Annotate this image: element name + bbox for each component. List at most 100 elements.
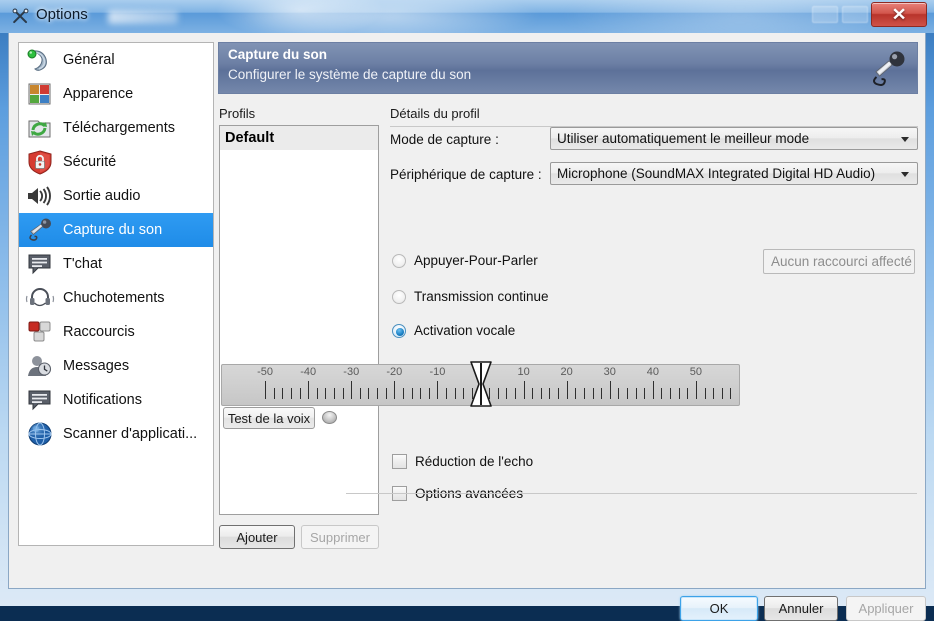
details-section-label: Détails du profil	[390, 106, 480, 121]
meter-tick-minor	[670, 388, 671, 399]
sidebar-item-sortie-audio[interactable]: Sortie audio	[19, 179, 213, 213]
sidebar-item-messages[interactable]: Messages	[19, 349, 213, 383]
window-title: Options	[36, 6, 88, 23]
meter-tick-major	[394, 381, 395, 399]
radio-push-to-talk[interactable]: Appuyer-Pour-Parler	[392, 253, 538, 268]
meter-tick-minor	[360, 388, 361, 399]
list-item[interactable]: Default	[220, 126, 378, 150]
title-blurred-suffix	[108, 10, 178, 24]
meter-tick-minor	[730, 388, 731, 399]
meter-tick-minor	[403, 388, 404, 399]
sidebar-item-label: Général	[63, 52, 115, 68]
panel-banner: Capture du son Configurer le système de …	[218, 42, 918, 94]
meter-tick-minor	[679, 388, 680, 399]
meter-tick-minor	[463, 388, 464, 399]
meter-tick-label: -50	[257, 366, 273, 378]
sidebar-item-label: Sortie audio	[63, 188, 140, 204]
checkbox-echo-reduction[interactable]: Réduction de l'echo	[392, 454, 533, 469]
meter-tick-minor	[722, 388, 723, 399]
shortcut-input[interactable]: Aucun raccourci affecté	[763, 249, 915, 274]
sidebar-item-scanner-applications[interactable]: Scanner d'applicati...	[19, 417, 213, 451]
apply-button: Appliquer	[846, 596, 926, 621]
sidebar-item-label: Sécurité	[63, 154, 116, 170]
sidebar-item-label: Scanner d'applicati...	[63, 426, 197, 442]
meter-tick-minor	[455, 388, 456, 399]
sidebar-item-telechargements[interactable]: Téléchargements	[19, 111, 213, 145]
sidebar-item-securite[interactable]: Sécurité	[19, 145, 213, 179]
shortcut-placeholder: Aucun raccourci affecté	[771, 254, 912, 269]
checkbox-indicator	[392, 454, 407, 469]
sidebar-item-capture-du-son[interactable]: Capture du son	[19, 213, 213, 247]
sidebar-item-chuchotements[interactable]: Chuchotements	[19, 281, 213, 315]
meter-tick-major	[265, 381, 266, 399]
meter-tick-minor	[575, 388, 576, 399]
general-icon	[25, 46, 55, 74]
close-button[interactable]: ✕	[871, 2, 927, 27]
meter-tick-minor	[386, 388, 387, 399]
meter-tick-minor	[317, 388, 318, 399]
voice-activation-meter[interactable]: -50-40-30-20-1001020304050	[221, 364, 740, 406]
meter-tick-minor	[593, 388, 594, 399]
sidebar-item-label: Chuchotements	[63, 290, 165, 306]
radio-indicator	[392, 290, 406, 304]
meter-tick-minor	[636, 388, 637, 399]
chevron-down-icon	[901, 172, 909, 177]
meter-tick-label: -20	[386, 366, 402, 378]
microphone-icon	[866, 47, 910, 91]
profiles-section-label: Profils	[219, 106, 255, 121]
voice-test-button[interactable]: Test de la voix	[223, 407, 315, 429]
sidebar-item-label: Téléchargements	[63, 120, 175, 136]
meter-tick-minor	[429, 388, 430, 399]
meter-tick-minor	[368, 388, 369, 399]
sidebar-item-label: Apparence	[63, 86, 133, 102]
meter-tick-minor	[377, 388, 378, 399]
ok-button[interactable]: OK	[680, 596, 758, 621]
security-icon	[25, 148, 55, 176]
maximize-button[interactable]	[842, 6, 868, 23]
capture-device-label: Périphérique de capture :	[390, 167, 542, 182]
sidebar-item-label: T'chat	[63, 256, 102, 272]
panel-title: Capture du son	[228, 47, 327, 62]
meter-tick-minor	[420, 388, 421, 399]
meter-tick-major	[610, 381, 611, 399]
meter-tick-minor	[549, 388, 550, 399]
capture-device-select[interactable]: Microphone (SoundMAX Integrated Digital …	[550, 162, 918, 185]
client-area: Général Apparence	[8, 33, 926, 589]
meter-tick-label: -30	[343, 366, 359, 378]
radio-continuous-transmission[interactable]: Transmission continue	[392, 289, 549, 304]
meter-tick-major	[308, 381, 309, 399]
meter-threshold-handle[interactable]	[468, 360, 494, 410]
sidebar-item-general[interactable]: Général	[19, 43, 213, 77]
meter-tick-major	[524, 381, 525, 399]
speaker-icon	[25, 182, 55, 210]
add-profile-button[interactable]: Ajouter	[219, 525, 295, 549]
minimize-button[interactable]	[812, 6, 838, 23]
meter-tick-minor	[661, 388, 662, 399]
sidebar-item-apparence[interactable]: Apparence	[19, 77, 213, 111]
capture-device-value: Microphone (SoundMAX Integrated Digital …	[557, 166, 875, 181]
profiles-list[interactable]: Default	[219, 125, 379, 515]
meter-tick-minor	[506, 388, 507, 399]
tools-icon	[11, 7, 30, 26]
appscanner-icon	[25, 420, 55, 448]
appearance-icon	[25, 80, 55, 108]
sidebar-item-notifications[interactable]: Notifications	[19, 383, 213, 417]
checkbox-label: Réduction de l'echo	[415, 454, 533, 469]
meter-tick-major	[696, 381, 697, 399]
meter-tick-label: -40	[300, 366, 316, 378]
meter-tick-minor	[412, 388, 413, 399]
cancel-button[interactable]: Annuler	[764, 596, 838, 621]
meter-tick-minor	[601, 388, 602, 399]
meter-tick-minor	[644, 388, 645, 399]
radio-voice-activation[interactable]: Activation vocale	[392, 323, 515, 338]
radio-indicator	[392, 254, 406, 268]
meter-tick-minor	[334, 388, 335, 399]
meter-tick-label: -10	[429, 366, 445, 378]
meter-tick-major	[653, 381, 654, 399]
radio-label: Activation vocale	[414, 323, 515, 338]
capture-mode-select[interactable]: Utiliser automatiquement le meilleur mod…	[550, 127, 918, 150]
meter-tick-minor	[687, 388, 688, 399]
sidebar-item-tchat[interactable]: T'chat	[19, 247, 213, 281]
notifications-icon	[25, 386, 55, 414]
sidebar-item-raccourcis[interactable]: Raccourcis	[19, 315, 213, 349]
